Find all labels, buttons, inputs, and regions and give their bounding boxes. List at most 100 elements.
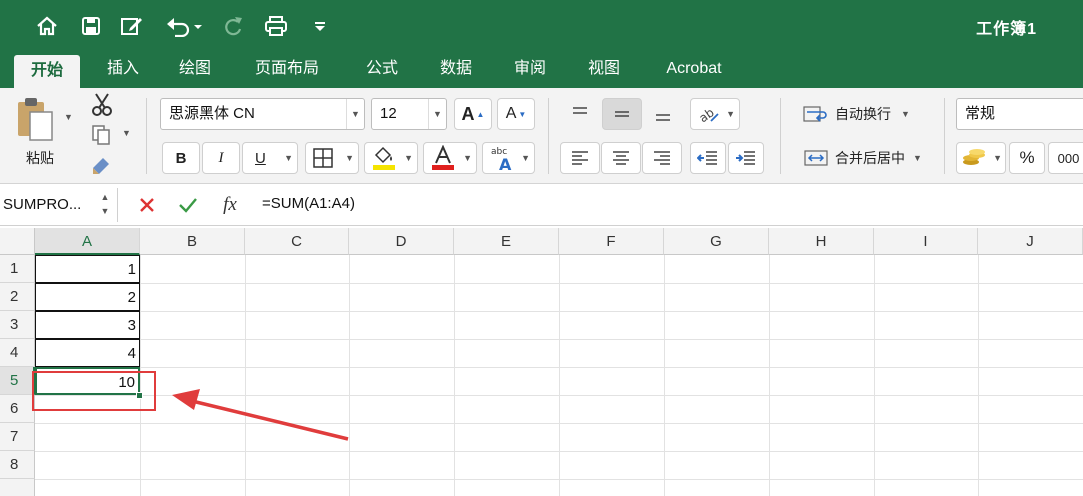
merge-center-caret[interactable]: ▼ xyxy=(913,153,922,163)
print-icon[interactable] xyxy=(262,10,290,42)
align-left-button[interactable] xyxy=(560,142,600,174)
separator xyxy=(548,98,549,174)
customize-icon[interactable] xyxy=(310,10,330,42)
borders-icon xyxy=(313,148,333,168)
align-bottom-button[interactable] xyxy=(643,98,683,130)
orientation-button[interactable]: ab ▼ xyxy=(690,98,740,130)
title-bar: 工作簿1 xyxy=(0,0,1083,52)
tab-review[interactable]: 审阅 xyxy=(503,52,557,88)
workbook-title: 工作簿1 xyxy=(976,21,1037,38)
borders-button[interactable]: ▼ xyxy=(305,142,359,174)
merge-center-button[interactable]: 合并后居中 ▼ xyxy=(796,142,936,174)
tab-data[interactable]: 数据 xyxy=(429,52,483,88)
format-painter-icon[interactable] xyxy=(90,154,116,178)
phonetic-guide-button[interactable]: abc A ▼ xyxy=(482,142,535,174)
wrap-text-icon xyxy=(803,106,827,122)
underline-label: U xyxy=(255,149,266,167)
align-center-button[interactable] xyxy=(601,142,641,174)
orientation-icon: ab xyxy=(697,105,719,125)
font-name-select[interactable]: 思源黑体 CN ▼ xyxy=(160,98,365,130)
tab-home[interactable]: 开始 xyxy=(14,55,80,88)
align-bottom-icon xyxy=(656,114,670,121)
borders-caret[interactable]: ▼ xyxy=(345,153,354,163)
increase-font-size-button[interactable]: A ▲ xyxy=(454,98,492,130)
font-color-caret[interactable]: ▼ xyxy=(463,153,472,163)
align-middle-icon xyxy=(615,111,629,117)
bold-button[interactable]: B xyxy=(162,142,200,174)
align-left-icon xyxy=(572,151,588,165)
decrease-indent-button[interactable] xyxy=(690,142,726,174)
undo-icon[interactable] xyxy=(164,10,204,42)
accounting-format-caret[interactable]: ▼ xyxy=(993,153,1002,163)
decrease-font-icon: A xyxy=(505,105,517,122)
align-right-icon xyxy=(654,151,670,165)
ribbon-tabs: 开始 插入 绘图 页面布局 公式 数据 审阅 视图 Acrobat xyxy=(0,52,1083,88)
align-center-icon xyxy=(613,151,629,165)
worksheet[interactable]: A B C D E F G H I J 1 2 3 4 5 6 7 8 1 2 … xyxy=(0,228,1083,496)
merge-center-icon xyxy=(804,150,828,166)
merge-center-label: 合并后居中 xyxy=(835,150,905,166)
paste-label: 粘贴 xyxy=(26,150,54,166)
redo-icon[interactable] xyxy=(220,10,246,42)
tab-acrobat[interactable]: Acrobat xyxy=(652,52,736,88)
font-size-caret[interactable]: ▼ xyxy=(428,99,446,129)
separator xyxy=(944,98,945,174)
decrease-indent-icon xyxy=(697,151,717,165)
tab-formulas[interactable]: 公式 xyxy=(355,52,409,88)
cancel-icon[interactable] xyxy=(134,192,160,218)
comma-style-button[interactable]: 000 xyxy=(1048,142,1083,174)
tab-view[interactable]: 视图 xyxy=(577,52,631,88)
font-name-caret[interactable]: ▼ xyxy=(346,99,364,129)
font-color-button[interactable]: ▼ xyxy=(423,142,477,174)
percent-style-button[interactable]: % xyxy=(1009,142,1045,174)
coins-icon xyxy=(963,149,985,165)
wrap-text-caret[interactable]: ▼ xyxy=(901,109,910,119)
tab-page-layout[interactable]: 页面布局 xyxy=(242,52,332,88)
font-size-value: 12 xyxy=(380,105,397,122)
svg-text:ab: ab xyxy=(697,105,717,125)
name-box-spinner[interactable]: ▲ ▼ xyxy=(98,190,112,220)
align-middle-button[interactable] xyxy=(602,98,642,130)
annotation-arrow-icon xyxy=(172,389,349,441)
tab-draw[interactable]: 绘图 xyxy=(168,52,222,88)
check-icon[interactable] xyxy=(175,192,201,218)
home-icon[interactable] xyxy=(34,10,60,42)
underline-button[interactable]: U ▼ xyxy=(242,142,298,174)
save-icon[interactable] xyxy=(78,10,104,42)
svg-text:A: A xyxy=(499,155,512,172)
paste-options-caret[interactable]: ▼ xyxy=(64,112,73,122)
formula-input[interactable]: =SUM(A1:A4) xyxy=(262,195,355,212)
orientation-caret[interactable]: ▼ xyxy=(726,109,735,119)
increase-font-icon: A xyxy=(461,103,475,124)
decrease-font-size-button[interactable]: A ▼ xyxy=(497,98,535,130)
increase-indent-icon xyxy=(736,151,755,165)
separator xyxy=(780,98,781,174)
align-top-button[interactable] xyxy=(560,98,600,130)
paste-icon[interactable] xyxy=(14,96,62,142)
ribbon-home: ▼ 粘贴 ▼ 思源黑体 CN ▼ 12 ▼ A ▲ A ▼ B I U ▼ ▼ ▼ xyxy=(0,88,1083,184)
accounting-format-button[interactable]: ▼ xyxy=(956,142,1006,174)
number-format-value: 常规 xyxy=(965,105,996,122)
underline-caret[interactable]: ▼ xyxy=(284,153,293,163)
separator xyxy=(146,98,147,174)
cut-icon[interactable] xyxy=(90,92,116,118)
font-size-select[interactable]: 12 ▼ xyxy=(371,98,447,130)
phonetic-guide-icon: abcA xyxy=(491,147,512,172)
insert-function-button[interactable]: fx xyxy=(217,192,243,218)
tab-insert[interactable]: 插入 xyxy=(96,52,150,88)
fill-color-button[interactable]: ▼ xyxy=(364,142,418,174)
copy-options-caret[interactable]: ▼ xyxy=(122,128,131,138)
increase-indent-button[interactable] xyxy=(728,142,764,174)
font-color-icon xyxy=(432,145,454,170)
align-top-icon xyxy=(573,107,587,114)
fill-color-icon xyxy=(373,146,395,170)
italic-button[interactable]: I xyxy=(202,142,240,174)
align-right-button[interactable] xyxy=(642,142,682,174)
fill-color-caret[interactable]: ▼ xyxy=(404,153,413,163)
phonetic-guide-caret[interactable]: ▼ xyxy=(521,153,530,163)
copy-icon[interactable] xyxy=(90,124,116,148)
wrap-text-button[interactable]: 自动换行 ▼ xyxy=(796,98,926,130)
number-format-select[interactable]: 常规 xyxy=(956,98,1083,130)
edit-icon[interactable] xyxy=(118,10,146,42)
wrap-text-label: 自动换行 xyxy=(835,106,891,122)
